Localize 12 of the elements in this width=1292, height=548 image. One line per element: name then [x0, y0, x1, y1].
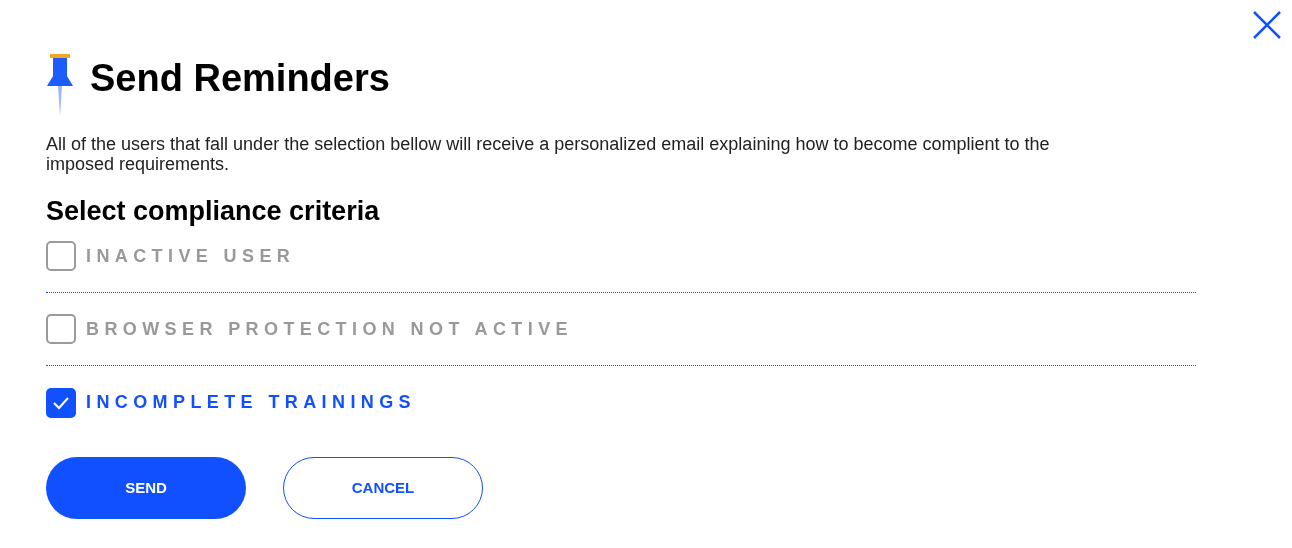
checkbox[interactable] — [46, 241, 76, 271]
send-button[interactable]: SEND — [46, 457, 246, 519]
checkbox[interactable] — [46, 387, 76, 418]
criteria-label: BROWSER PROTECTION NOT ACTIVE — [86, 317, 573, 341]
checkbox[interactable] — [46, 314, 76, 344]
checkmark-icon — [52, 395, 70, 410]
cancel-button[interactable]: CANCEL — [283, 457, 483, 519]
criteria-label: INACTIVE USER — [86, 244, 296, 268]
description-text: All of the users that fall under the selection bellow will receive a personalized email explaining how to become complient to the imposed requirements. — [46, 134, 1051, 174]
section-title: Select compliance criteria — [46, 195, 381, 228]
criteria-label: INCOMPLETE TRAININGS — [86, 391, 416, 414]
dialog-title: Send Reminders — [90, 59, 390, 97]
